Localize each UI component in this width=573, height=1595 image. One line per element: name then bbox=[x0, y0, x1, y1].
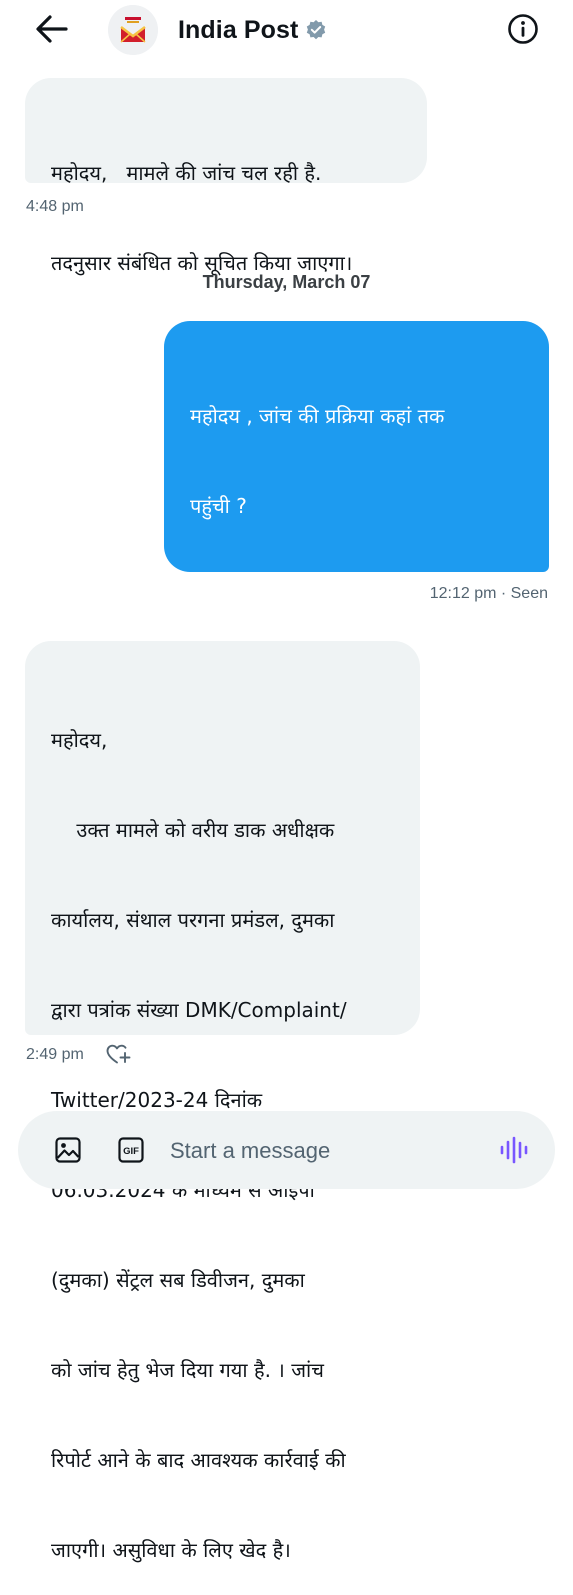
heart-plus-icon bbox=[106, 1044, 131, 1064]
message-text-line: पहुंची ? bbox=[190, 494, 247, 518]
message-text-line: द्वारा पत्रांक संख्या DMK/Complaint/ bbox=[51, 998, 347, 1022]
message-bubble-incoming[interactable]: महोदय, उक्त मामले को वरीय डाक अधीक्षक का… bbox=[25, 641, 420, 1562]
message-timestamp: 2:49 pm bbox=[26, 1046, 84, 1063]
message-text-line: कार्यालय, संथाल परगना प्रमंडल, दुमका bbox=[51, 908, 335, 932]
message-timestamp: 12:12 pm · Seen bbox=[429, 585, 548, 602]
india-post-logo bbox=[108, 5, 158, 55]
image-icon bbox=[55, 1137, 81, 1163]
message-text-line: महोदय, मामले की जांच चल रही है. bbox=[51, 161, 322, 185]
arrow-left-icon bbox=[36, 15, 68, 43]
message-text-line: को जांच हेतु भेज दिया गया है. । जांच bbox=[51, 1358, 324, 1382]
message-text-line: महोदय, bbox=[51, 728, 108, 752]
gif-icon: GIF bbox=[118, 1137, 144, 1163]
info-button[interactable] bbox=[505, 11, 541, 47]
info-icon bbox=[508, 14, 538, 44]
back-button[interactable] bbox=[30, 10, 74, 48]
message-timestamp: 4:48 pm bbox=[26, 198, 84, 215]
conversation-header: India Post bbox=[0, 0, 573, 62]
avatar[interactable] bbox=[108, 5, 158, 55]
message-text-line: रिपोर्ट आने के बाद आवश्यक कार्रवाई की bbox=[51, 1448, 346, 1472]
voice-wave-icon bbox=[500, 1136, 528, 1164]
title-area[interactable]: India Post bbox=[178, 14, 327, 46]
verified-badge-icon bbox=[305, 19, 327, 41]
media-button[interactable] bbox=[50, 1132, 86, 1168]
message-bubble-incoming[interactable]: महोदय, मामले की जांच चल रही है. तदनुसार … bbox=[25, 78, 427, 275]
message-input[interactable] bbox=[168, 1130, 492, 1172]
message-composer: GIF bbox=[18, 1111, 555, 1189]
gif-button[interactable]: GIF bbox=[113, 1132, 149, 1168]
message-text-line: उक्त मामले को वरीय डाक अधीक्षक bbox=[51, 818, 335, 842]
date-separator: Thursday, March 07 bbox=[202, 272, 371, 292]
add-reaction-button[interactable] bbox=[104, 1040, 132, 1068]
message-text-line: महोदय , जांच की प्रक्रिया कहां तक bbox=[190, 404, 445, 428]
svg-text:GIF: GIF bbox=[123, 1146, 139, 1157]
message-text-line: जाएगी। असुविधा के लिए खेद है। bbox=[51, 1538, 291, 1562]
voice-message-button[interactable] bbox=[496, 1132, 532, 1168]
message-text-line: (दुमका) सेंट्रल सब डिवीजन, दुमका bbox=[51, 1268, 305, 1292]
message-bubble-outgoing[interactable]: महोदय , जांच की प्रक्रिया कहां तक पहुंची… bbox=[164, 321, 549, 878]
conversation-title: India Post bbox=[178, 15, 299, 44]
